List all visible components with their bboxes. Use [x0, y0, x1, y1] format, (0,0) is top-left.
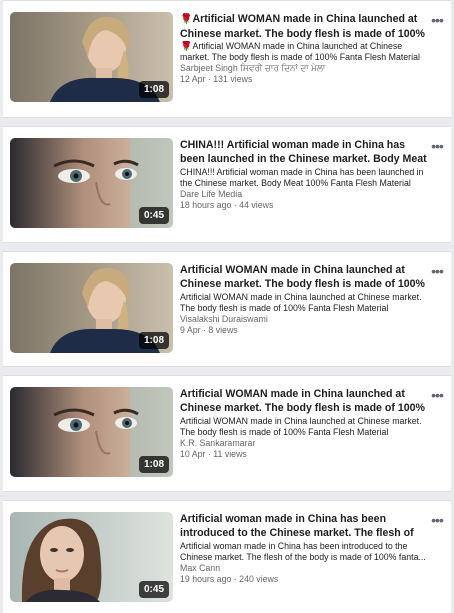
video-description: 🌹Artificial WOMAN made in China launched…: [180, 41, 420, 62]
video-description: Artificial woman made in China has been …: [180, 541, 426, 562]
channel-name[interactable]: Sarbjeet Singh ਸਿਵਰੀ ਚਾਰ ਦਿਨਾਂ ਦਾ ਮੇਲਾ: [180, 63, 428, 74]
video-description: CHINA!!! Artificial woman made in China …: [180, 167, 424, 188]
channel-name[interactable]: Dare Life Media: [180, 189, 428, 200]
video-title[interactable]: 🌹Artificial WOMAN made in China launched…: [180, 12, 428, 40]
channel-name[interactable]: K.R. Sankaramarar: [180, 438, 428, 449]
video-title[interactable]: Artificial woman made in China has been …: [180, 512, 428, 540]
channel-name[interactable]: Max Cann: [180, 563, 428, 574]
video-card[interactable]: 0:45 Artificial woman made in China has …: [3, 500, 451, 613]
more-horizontal-icon[interactable]: •••: [429, 139, 445, 153]
video-card[interactable]: 1:08 Artificial WOMAN made in China laun…: [3, 375, 451, 492]
more-horizontal-icon[interactable]: •••: [429, 13, 445, 27]
more-horizontal-icon[interactable]: •••: [429, 388, 445, 402]
video-info: Artificial WOMAN made in China launched …: [180, 263, 428, 336]
channel-name[interactable]: Visalakshi Duraiswami: [180, 314, 428, 325]
video-title[interactable]: CHINA!!! Artificial woman made in China …: [180, 138, 428, 166]
video-info: CHINA!!! Artificial woman made in China …: [180, 138, 428, 211]
video-description: Artificial WOMAN made in China launched …: [180, 292, 422, 313]
video-thumbnail[interactable]: 0:45: [10, 138, 173, 228]
more-horizontal-icon[interactable]: •••: [429, 513, 445, 527]
more-horizontal-icon[interactable]: •••: [429, 264, 445, 278]
video-card[interactable]: 1:08 🌹Artificial WOMAN made in China lau…: [3, 0, 451, 118]
video-info: Artificial WOMAN made in China launched …: [180, 387, 428, 460]
video-meta: 19 hours ago · 240 views: [180, 574, 279, 584]
video-meta: 10 Apr · 11 views: [180, 449, 247, 459]
video-card[interactable]: 0:45 CHINA!!! Artificial woman made in C…: [3, 126, 451, 243]
video-info: 🌹Artificial WOMAN made in China launched…: [180, 12, 428, 85]
rose-emoji-icon: 🌹: [180, 41, 193, 52]
video-thumbnail[interactable]: 1:08: [10, 12, 173, 102]
video-duration: 1:08: [138, 81, 169, 98]
video-feed: 1:08 🌹Artificial WOMAN made in China lau…: [3, 0, 451, 613]
video-info: Artificial woman made in China has been …: [180, 512, 428, 585]
video-duration: 1:08: [138, 332, 169, 349]
video-duration: 0:45: [138, 207, 169, 224]
video-meta: 9 Apr · 8 views: [180, 325, 238, 335]
video-thumbnail[interactable]: 0:45: [10, 512, 173, 602]
video-meta: 12 Apr · 131 views: [180, 74, 253, 84]
video-thumbnail[interactable]: 1:08: [10, 263, 173, 353]
video-title[interactable]: Artificial WOMAN made in China launched …: [180, 263, 428, 291]
video-card[interactable]: 1:08 Artificial WOMAN made in China laun…: [3, 251, 451, 367]
video-duration: 1:08: [138, 456, 169, 473]
video-thumbnail[interactable]: 1:08: [10, 387, 173, 477]
video-meta: 18 hours ago · 44 views: [180, 200, 274, 210]
video-duration: 0:45: [138, 581, 169, 598]
video-title[interactable]: Artificial WOMAN made in China launched …: [180, 387, 428, 415]
video-description: Artificial WOMAN made in China launched …: [180, 416, 422, 437]
rose-emoji-icon: 🌹: [180, 14, 193, 25]
